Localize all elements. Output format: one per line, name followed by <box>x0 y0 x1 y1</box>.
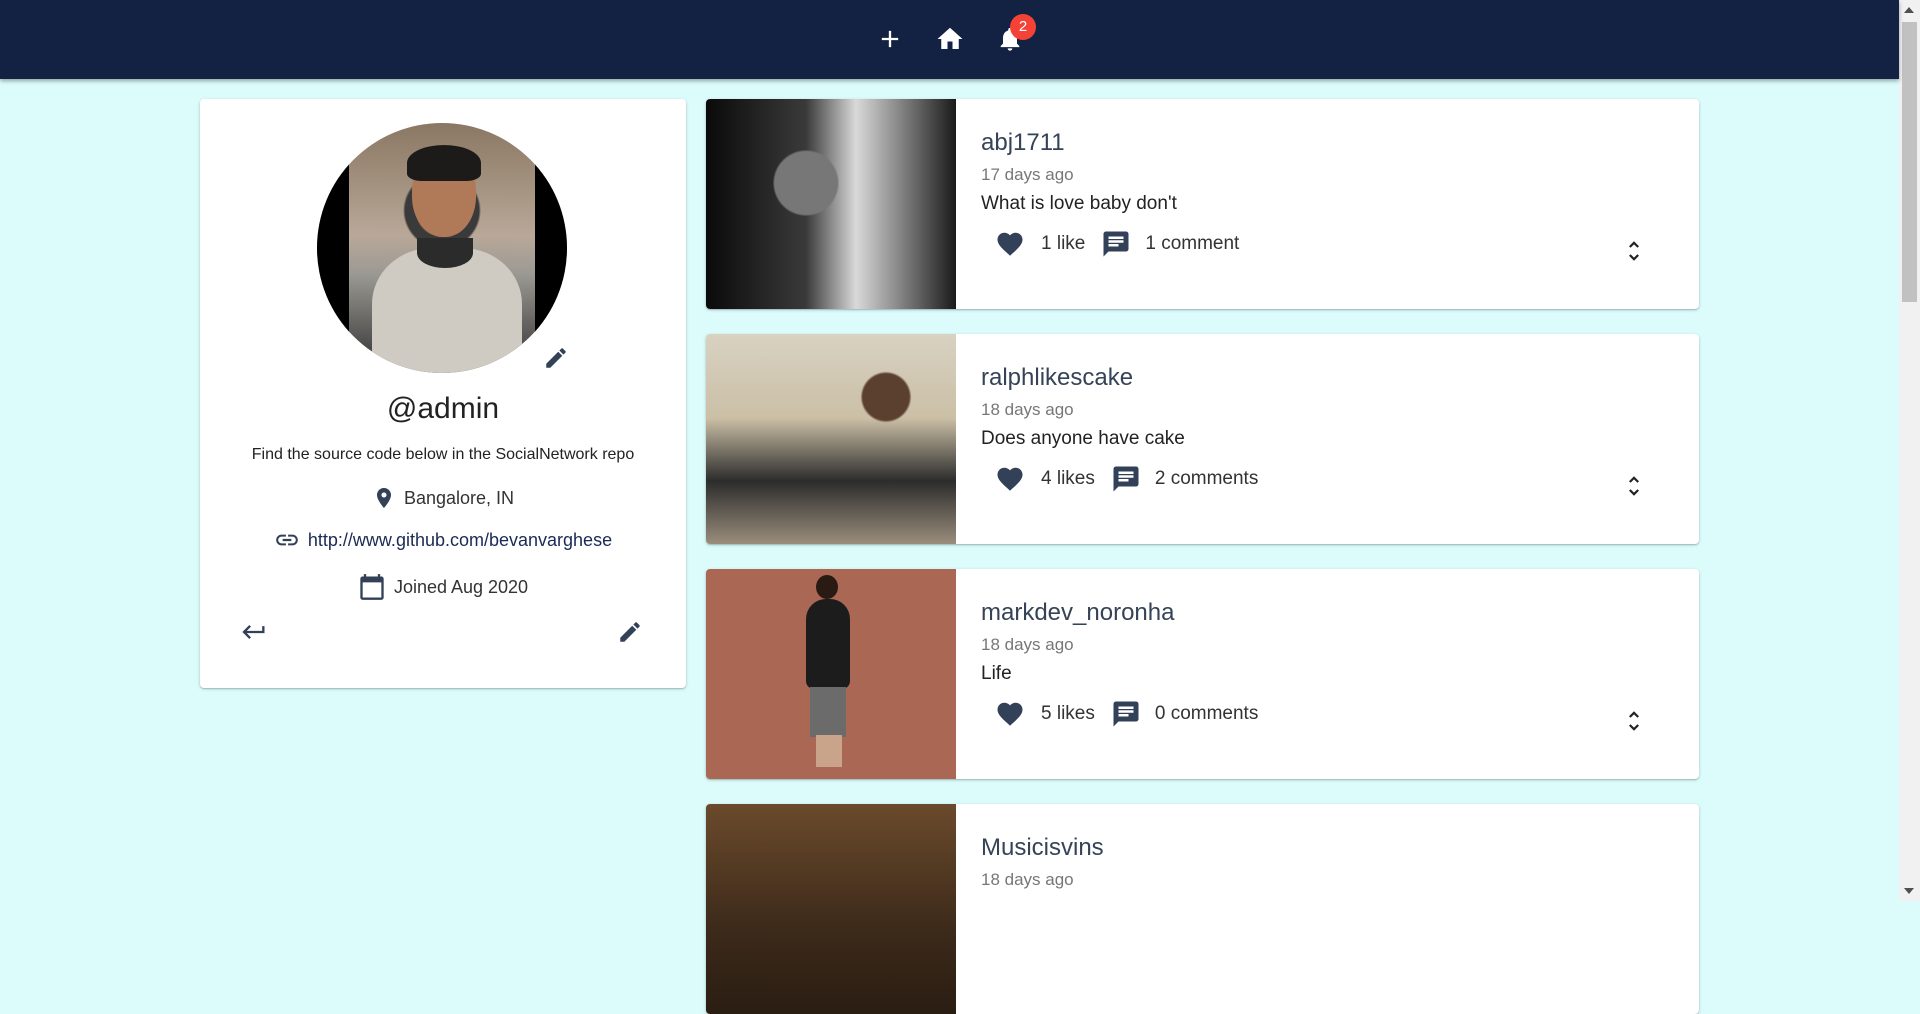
comment-button[interactable]: 2 comments <box>1111 464 1258 494</box>
heart-icon <box>997 702 1023 726</box>
profile-joined: Joined Aug 2020 <box>200 573 686 601</box>
pencil-icon <box>620 622 640 642</box>
post-username[interactable]: markdev_noronha <box>981 599 1174 627</box>
location-pin-icon <box>376 488 391 508</box>
post-actions: 1 like 1 comment <box>995 229 1239 259</box>
post-username[interactable]: abj1711 <box>981 129 1065 157</box>
unfold-more-icon <box>1629 476 1639 496</box>
profile-bio: Find the source code below in the Social… <box>251 446 635 463</box>
post-card: ralphlikescake 18 days ago Does anyone h… <box>706 334 1699 544</box>
scroll-down-arrow[interactable] <box>1904 888 1914 894</box>
like-button[interactable]: 5 likes <box>995 699 1095 729</box>
edit-avatar-button[interactable] <box>540 342 572 374</box>
post-actions: 4 likes 2 comments <box>995 464 1258 494</box>
scrollbar-thumb[interactable] <box>1902 22 1917 302</box>
post-image <box>706 99 956 309</box>
home-button[interactable] <box>930 19 970 59</box>
profile-location: Bangalore, IN <box>200 486 686 510</box>
heart-icon <box>997 232 1023 256</box>
notification-badge: 2 <box>1010 14 1036 40</box>
profile-avatar <box>317 123 567 373</box>
post-card: markdev_noronha 18 days ago Life 5 likes… <box>706 569 1699 779</box>
post-card: Musicisvins 18 days ago <box>706 804 1699 1014</box>
post-username[interactable]: ralphlikescake <box>981 364 1133 392</box>
expand-post-button[interactable] <box>1616 468 1652 504</box>
expand-post-button[interactable] <box>1616 703 1652 739</box>
logout-button[interactable] <box>236 614 272 650</box>
post-image <box>706 334 956 544</box>
scroll-up-arrow[interactable] <box>1904 7 1914 13</box>
top-app-bar: 2 <box>0 0 1899 79</box>
post-time: 18 days ago <box>981 870 1074 889</box>
calendar-icon <box>360 574 384 600</box>
profile-card: @admin Find the source code below in the… <box>200 99 686 688</box>
joined-text: Joined Aug 2020 <box>393 576 529 597</box>
post-image <box>706 804 956 1014</box>
like-button[interactable]: 4 likes <box>995 464 1095 494</box>
location-text: Bangalore, IN <box>403 487 515 508</box>
post-time: 17 days ago <box>981 165 1074 184</box>
post-image <box>706 569 956 779</box>
comment-button[interactable]: 0 comments <box>1111 699 1258 729</box>
like-count: 4 likes <box>1041 468 1095 489</box>
comment-icon <box>1113 466 1139 492</box>
profile-handle[interactable]: @admin <box>200 392 686 426</box>
expand-post-button[interactable] <box>1616 233 1652 269</box>
comment-count: 0 comments <box>1154 703 1259 724</box>
page-scrollbar[interactable] <box>1899 0 1920 901</box>
post-body: What is love baby don't <box>981 193 1177 214</box>
post-username[interactable]: Musicisvins <box>981 834 1104 862</box>
post-body: Does anyone have cake <box>981 428 1185 449</box>
website-link[interactable]: http://www.github.com/bevanvarghese <box>308 530 612 551</box>
heart-icon <box>997 467 1023 491</box>
post-card: abj1711 17 days ago What is love baby do… <box>706 99 1699 309</box>
keyboard-return-icon <box>242 625 265 639</box>
comment-count: 2 comments <box>1154 468 1259 489</box>
unfold-more-icon <box>1629 711 1639 731</box>
notifications-button[interactable]: 2 <box>990 14 1036 59</box>
home-icon <box>937 27 963 49</box>
edit-profile-button[interactable] <box>612 614 648 650</box>
comment-count: 1 comment <box>1145 233 1240 254</box>
like-count: 5 likes <box>1041 703 1095 724</box>
post-time: 18 days ago <box>981 635 1074 654</box>
link-icon <box>276 534 298 546</box>
add-icon <box>881 30 899 48</box>
pencil-icon <box>546 348 566 368</box>
comment-button[interactable]: 1 comment <box>1101 229 1239 259</box>
comment-icon <box>1113 701 1139 727</box>
new-post-button[interactable] <box>870 19 910 59</box>
post-body: Life <box>981 663 1012 684</box>
like-count: 1 like <box>1041 233 1086 254</box>
post-time: 18 days ago <box>981 400 1074 419</box>
unfold-more-icon <box>1629 241 1639 261</box>
profile-website: http://www.github.com/bevanvarghese <box>200 527 686 553</box>
like-button[interactable]: 1 like <box>995 229 1085 259</box>
comment-icon <box>1103 231 1129 257</box>
post-actions: 5 likes 0 comments <box>995 699 1258 729</box>
